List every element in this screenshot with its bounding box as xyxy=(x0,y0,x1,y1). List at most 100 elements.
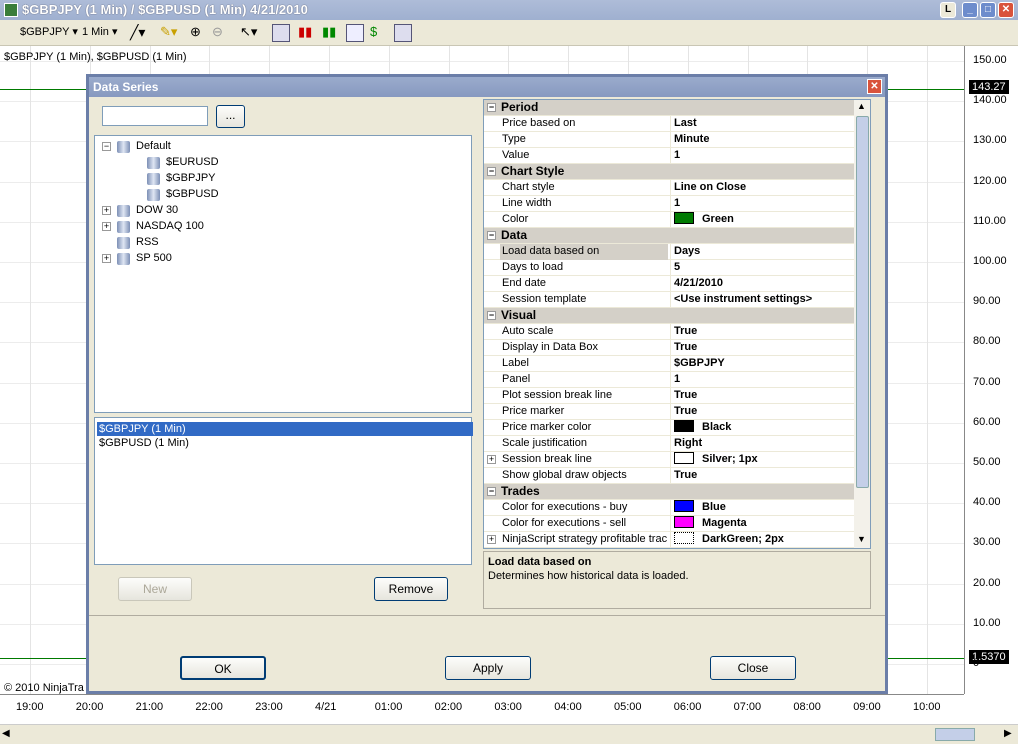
expand-icon[interactable]: + xyxy=(102,222,111,231)
scroll-down-icon[interactable]: ▼ xyxy=(857,534,866,544)
zoom-in-icon[interactable]: ⊕ xyxy=(190,24,208,42)
scroll-left-icon[interactable]: ◀ xyxy=(2,728,10,739)
property-scrollbar[interactable]: ▲ ▼ xyxy=(854,100,870,548)
property-value[interactable]: Blue xyxy=(670,500,854,516)
property-row[interactable]: Type Minute xyxy=(484,132,854,148)
line-chart-icon[interactable] xyxy=(346,24,364,42)
property-row[interactable]: Label $GBPJPY xyxy=(484,356,854,372)
tree-node[interactable]: + SP 500 xyxy=(95,251,465,267)
zoom-out-icon[interactable]: ⊖ xyxy=(212,24,230,42)
property-row[interactable]: Price marker color Black xyxy=(484,420,854,436)
property-value[interactable]: <Use instrument settings> xyxy=(670,292,854,308)
layout-button[interactable]: L xyxy=(940,2,956,18)
collapse-icon[interactable]: − xyxy=(487,487,496,496)
maximize-button[interactable]: □ xyxy=(980,2,996,18)
property-value[interactable]: Black xyxy=(670,420,854,436)
property-value[interactable]: Green xyxy=(670,212,854,228)
property-value[interactable]: True xyxy=(670,388,854,404)
remove-button[interactable]: Remove xyxy=(374,577,448,601)
tree-node[interactable]: + DOW 30 xyxy=(95,203,465,219)
property-row[interactable]: Color Green xyxy=(484,212,854,228)
expand-icon[interactable]: + xyxy=(102,206,111,215)
x-axis[interactable]: 19:00 20:00 21:00 22:00 23:00 4/21 01:00 02:00 0… xyxy=(0,694,964,724)
scroll-up-icon[interactable]: ▲ xyxy=(857,101,866,111)
property-value[interactable]: Minute xyxy=(670,132,854,148)
bars-icon[interactable]: ▮▮ xyxy=(298,24,316,42)
tree-node[interactable]: $EURUSD xyxy=(95,155,465,171)
property-grid[interactable]: ▲ ▼ − Period Price based on Last Type Minute V… xyxy=(483,99,871,549)
tree-node[interactable]: RSS xyxy=(95,235,465,251)
interval-selector[interactable]: 1 Min ▾ xyxy=(82,25,117,38)
expand-icon[interactable]: + xyxy=(487,535,496,544)
property-value[interactable]: 4/21/2010 xyxy=(670,276,854,292)
property-category[interactable]: − Chart Style xyxy=(484,164,854,180)
property-row[interactable]: + Session break line Silver; 1px xyxy=(484,452,854,468)
browse-button[interactable]: ... xyxy=(216,105,245,128)
property-value[interactable]: 5 xyxy=(670,260,854,276)
close-button[interactable]: Close xyxy=(710,656,796,680)
property-category[interactable]: − Visual xyxy=(484,308,854,324)
property-value[interactable]: True xyxy=(670,468,854,484)
horizontal-scrollbar[interactable]: ◀ ▶ xyxy=(0,724,1018,744)
dollar-icon[interactable]: $ xyxy=(370,24,388,42)
property-value[interactable]: True xyxy=(670,404,854,420)
series-list[interactable]: $GBPJPY (1 Min) $GBPUSD (1 Min) xyxy=(94,417,473,565)
collapse-icon[interactable]: − xyxy=(487,167,496,176)
tree-node[interactable]: + NASDAQ 100 xyxy=(95,219,465,235)
property-row[interactable]: Plot session break line True xyxy=(484,388,854,404)
property-row[interactable]: Value 1 xyxy=(484,148,854,164)
property-row[interactable]: Session template <Use instrument settings… xyxy=(484,292,854,308)
property-row[interactable]: Panel 1 xyxy=(484,372,854,388)
y-axis[interactable]: 143.27 1.5370 150.00 140.00 130.00 120.00 11… xyxy=(964,46,1018,694)
property-row[interactable]: Color for executions - buy Blue xyxy=(484,500,854,516)
scroll-thumb[interactable] xyxy=(935,728,975,741)
line-tool-icon[interactable]: ╱▾ xyxy=(130,24,148,42)
property-value[interactable]: 1 xyxy=(670,148,854,164)
property-row[interactable]: Line width 1 xyxy=(484,196,854,212)
property-value[interactable]: 1 xyxy=(670,196,854,212)
ok-button[interactable]: OK xyxy=(180,656,266,680)
properties-icon[interactable] xyxy=(272,24,290,42)
tree-node[interactable]: $GBPUSD xyxy=(95,187,465,203)
property-row[interactable]: Load data based on Days xyxy=(484,244,854,260)
new-button[interactable]: New xyxy=(118,577,192,601)
property-row[interactable]: + NinjaScript strategy profitable trac Dar… xyxy=(484,532,854,548)
pencil-icon[interactable]: ✎▾ xyxy=(160,24,178,42)
property-value[interactable]: True xyxy=(670,324,854,340)
tree-node[interactable]: $GBPJPY xyxy=(95,171,465,187)
collapse-icon[interactable]: − xyxy=(487,231,496,240)
property-value[interactable]: Silver; 1px xyxy=(670,452,854,468)
expand-icon[interactable]: + xyxy=(102,254,111,263)
property-row[interactable]: End date 4/21/2010 xyxy=(484,276,854,292)
series-list-item[interactable]: $GBPJPY (1 Min) xyxy=(97,422,473,436)
instrument-selector[interactable]: $GBPJPY ▾ xyxy=(20,25,78,38)
property-row[interactable]: Display in Data Box True xyxy=(484,340,854,356)
series-list-item[interactable]: $GBPUSD (1 Min) xyxy=(97,436,473,450)
pointer-icon[interactable]: ↖▾ xyxy=(240,24,258,42)
property-category[interactable]: − Trades xyxy=(484,484,854,500)
instrument-search-input[interactable] xyxy=(102,106,208,126)
property-row[interactable]: Price marker True xyxy=(484,404,854,420)
property-row[interactable]: Scale justification Right xyxy=(484,436,854,452)
property-value[interactable]: Line on Close xyxy=(670,180,854,196)
property-value[interactable]: Right xyxy=(670,436,854,452)
scroll-thumb-props[interactable] xyxy=(856,116,869,488)
close-window-button[interactable]: ✕ xyxy=(998,2,1014,18)
property-value[interactable]: Days xyxy=(670,244,854,260)
minimize-button[interactable]: _ xyxy=(962,2,978,18)
property-row[interactable]: Color for executions - sell Magenta xyxy=(484,516,854,532)
collapse-icon[interactable]: − xyxy=(487,311,496,320)
collapse-icon[interactable]: − xyxy=(487,103,496,112)
scroll-right-icon[interactable]: ▶ xyxy=(1004,728,1012,739)
property-value[interactable]: $GBPJPY xyxy=(670,356,854,372)
property-row[interactable]: Days to load 5 xyxy=(484,260,854,276)
property-value[interactable]: DarkGreen; 2px xyxy=(670,532,854,548)
property-category[interactable]: − Data xyxy=(484,228,854,244)
property-row[interactable]: Auto scale True xyxy=(484,324,854,340)
property-row[interactable]: Show global draw objects True xyxy=(484,468,854,484)
property-value[interactable]: Magenta xyxy=(670,516,854,532)
collapse-icon[interactable]: − xyxy=(102,142,111,151)
property-category[interactable]: − Period xyxy=(484,100,854,116)
property-row[interactable]: Chart style Line on Close xyxy=(484,180,854,196)
property-value[interactable]: Last xyxy=(670,116,854,132)
